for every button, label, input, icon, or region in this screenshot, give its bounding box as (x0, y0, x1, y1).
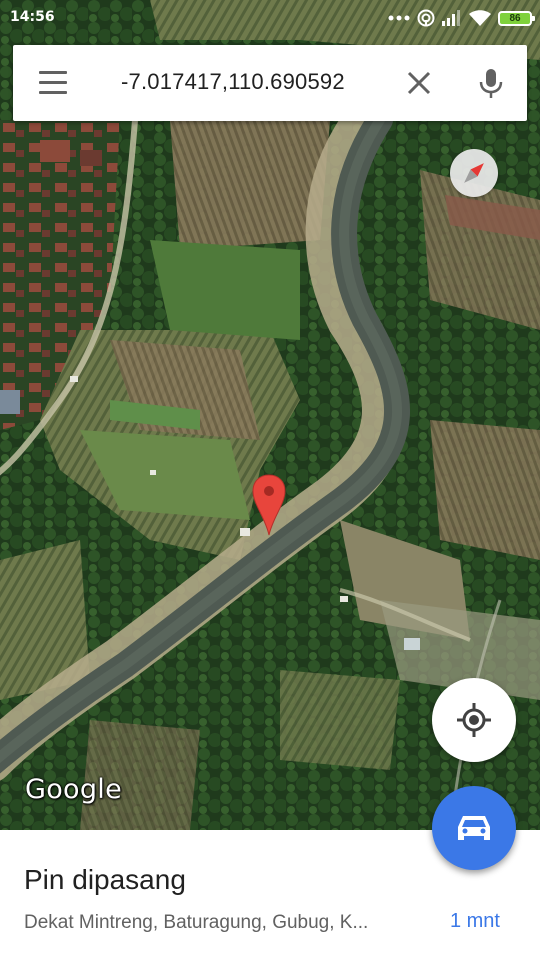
place-address: Dekat Mintreng, Baturagung, Gubug, K... (24, 912, 369, 933)
satellite-map[interactable]: Google (0, 0, 540, 830)
my-location-icon (457, 703, 491, 737)
car-icon (458, 816, 490, 840)
more-dots-icon (388, 15, 410, 21)
close-icon (407, 71, 431, 95)
cell-signal-icon (442, 10, 460, 26)
status-time: 14:56 (10, 9, 55, 25)
google-logo: Google (25, 774, 123, 805)
travel-time[interactable]: 1 mnt (450, 910, 500, 933)
compass-button[interactable] (450, 149, 498, 197)
menu-button[interactable] (35, 67, 71, 99)
search-input[interactable]: -7.017417,110.690592 (121, 69, 345, 95)
location-pin-icon[interactable] (251, 473, 287, 537)
battery-icon: 86 (498, 10, 535, 26)
directions-button[interactable] (432, 786, 516, 870)
mic-icon (479, 69, 503, 98)
status-icons: 86 (388, 9, 535, 27)
hotspot-icon (417, 9, 435, 27)
clear-search-button[interactable] (401, 65, 437, 101)
place-title: Pin dipasang (24, 864, 186, 895)
search-bar[interactable]: -7.017417,110.690592 (13, 45, 527, 121)
my-location-button[interactable] (432, 678, 516, 762)
compass-icon (464, 163, 484, 183)
voice-search-button[interactable] (473, 65, 509, 101)
wifi-icon (469, 10, 491, 26)
status-bar: 14:56 86 (0, 0, 540, 36)
